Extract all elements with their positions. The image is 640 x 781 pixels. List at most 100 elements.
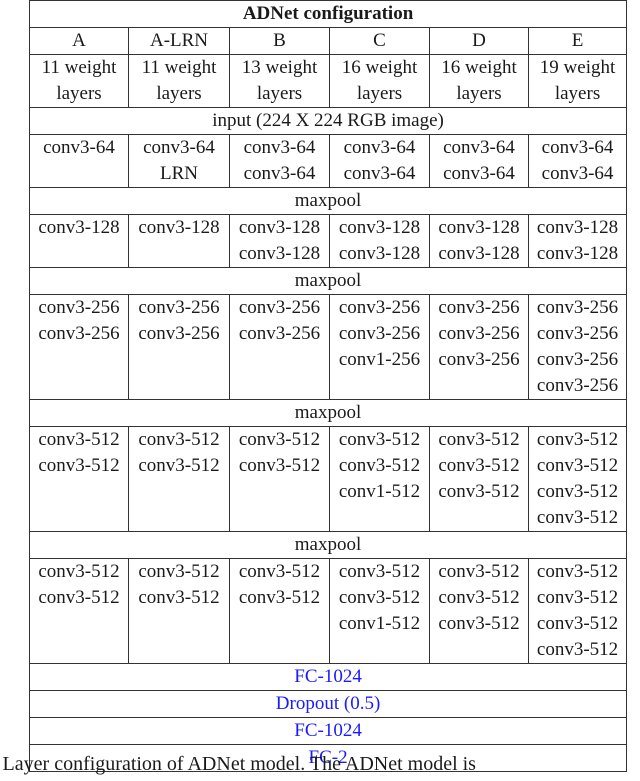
layer-cell: conv3-128 conv3-128 [229,214,330,268]
layer-cell: conv3-512 conv3-512 conv1-512 [329,558,430,664]
input-row: input (224 X 224 RGB image) [28,107,628,135]
layer-entry: conv3-256 [138,297,220,318]
layer-cell: conv3-128 [128,214,230,268]
layer-cell: conv3-256 conv3-256 conv3-256 conv3-256 [527,294,628,400]
layer-entry: conv1-512 [338,481,421,502]
layer-entry: conv3-256 [438,297,520,318]
layer-cell: conv3-128 [29,214,129,268]
layer-entry: conv3-128 [536,243,619,264]
layer-cell: conv3-64 [29,134,129,188]
maxpool-cell: maxpool [28,531,628,559]
layer-entry: conv3-128 [338,243,421,264]
layer-entry: conv3-64 [43,137,115,158]
layer-entry: conv3-512 [238,561,321,582]
layer-entry: conv3-512 [536,561,619,582]
layer-entry: conv3-128 [338,217,421,238]
weight-layers-cell: 11 weight layers [128,54,230,108]
input-spec: input (224 X 224 RGB image) [28,107,628,135]
layer-cell: conv3-256 conv3-256 [29,294,129,400]
layer-entry: conv1-256 [338,349,421,370]
layer-cell: conv3-64 conv3-64 [329,134,430,188]
conv-block-row: conv3-256 conv3-256 conv3-256 conv3-256 conv… [29,294,628,400]
layer-entry: conv3-512 [438,613,520,634]
layer-entry: conv3-256 [536,375,619,396]
layer-entry: conv3-512 [38,587,120,608]
layer-cell: conv3-128 conv3-128 [329,214,430,268]
layer-entry: conv3-512 [338,561,421,582]
weight-layers-row: 11 weight layers 11 weight layers 13 weigh… [29,54,628,108]
layer-entry: conv3-128 [536,217,619,238]
layer-entry: conv3-512 [536,455,619,476]
weight-label: layers [456,83,502,104]
weight-label: layers [554,83,601,104]
layer-cell: conv3-128 conv3-128 [429,214,529,268]
maxpool-cell: maxpool [28,267,628,295]
table-title: ADNet configuration [28,0,628,28]
layer-entry: conv3-512 [438,481,520,502]
column-header: B [229,27,330,55]
layer-cell: conv3-512 conv3-512 [128,426,230,532]
layer-entry: conv3-512 [138,561,220,582]
layer-cell: conv3-512 conv3-512 [29,558,129,664]
weight-label: layers [156,83,202,104]
layer-entry: conv3-512 [536,613,619,634]
layer-cell: conv3-128 conv3-128 [527,214,628,268]
layer-cell: conv3-512 conv3-512 [29,426,129,532]
layer-cell: conv3-64 LRN [128,134,230,188]
layer-cell: conv3-64 conv3-64 [429,134,529,188]
layer-entry: conv3-512 [536,507,619,528]
layer-entry: conv3-512 [338,455,421,476]
layer-cell: conv3-512 conv3-512 conv3-512 [429,558,529,664]
layer-cell: conv3-256 conv3-256 conv1-256 [329,294,430,400]
layer-entry: conv3-64 [243,163,316,184]
weight-count: 11 weight [141,57,217,78]
fc-layer-cell: Dropout (0.5) [28,690,628,718]
layer-entry: conv3-128 [438,217,520,238]
adnet-configuration-table: ADNet configuration A A-LRN B C D E 11 w… [28,0,628,772]
weight-label: layers [56,83,102,104]
layer-cell: conv3-64 conv3-64 [527,134,628,188]
layer-entry: conv3-64 [541,163,614,184]
weight-layers-cell: 16 weight layers [429,54,529,108]
layer-cell: conv3-256 conv3-256 [128,294,230,400]
layer-entry: conv3-512 [138,587,220,608]
column-header: D [429,27,529,55]
layer-entry: conv3-256 [238,323,321,344]
layer-entry: conv3-512 [438,561,520,582]
layer-cell: conv3-64 conv3-64 [229,134,330,188]
layer-entry: conv3-64 [143,137,215,158]
layer-entry: conv3-512 [536,429,619,450]
layer-entry: conv3-512 [438,587,520,608]
table-caption: : Layer configuration of ADNet model. Th… [0,753,476,775]
layer-entry: conv3-512 [138,455,220,476]
layer-cell: conv3-512 conv3-512 [229,558,330,664]
layer-cell: conv3-512 conv3-512 conv3-512 conv3-512 [527,426,628,532]
layer-entry: conv3-512 [536,639,619,660]
layer-cell: conv3-512 conv3-512 conv3-512 [429,426,529,532]
conv-block-row: conv3-512 conv3-512 conv3-512 conv3-512 conv… [29,558,628,664]
layer-entry: conv3-512 [438,429,520,450]
layer-entry: conv3-256 [338,297,421,318]
fc-layer-cell: FC-1024 [28,663,628,691]
layer-entry: conv3-128 [138,217,220,238]
layer-entry: conv3-256 [438,349,520,370]
layer-entry: conv3-256 [138,323,220,344]
layer-entry: conv3-256 [536,323,619,344]
layer-cell: conv3-256 conv3-256 [229,294,330,400]
layer-cell: conv3-256 conv3-256 conv3-256 [429,294,529,400]
fc-layer-row: FC-1024 [28,663,628,691]
layer-entry: conv3-512 [338,587,421,608]
weight-count: 13 weight [241,57,318,78]
weight-label: layers [356,83,403,104]
layer-entry: conv3-256 [38,297,120,318]
conv-block-row: conv3-512 conv3-512 conv3-512 conv3-512 conv… [29,426,628,532]
weight-layers-cell: 19 weight layers [527,54,628,108]
conv-block-row: conv3-64 conv3-64 LRN conv3-64 conv3-64 conv3… [29,134,628,188]
column-header: C [329,27,430,55]
weight-layers-cell: 11 weight layers [29,54,129,108]
maxpool-cell: maxpool [28,187,628,215]
layer-entry: conv3-128 [438,243,520,264]
column-header: E [527,27,628,55]
weight-count: 19 weight [539,57,616,78]
layer-entry: LRN [160,163,198,184]
